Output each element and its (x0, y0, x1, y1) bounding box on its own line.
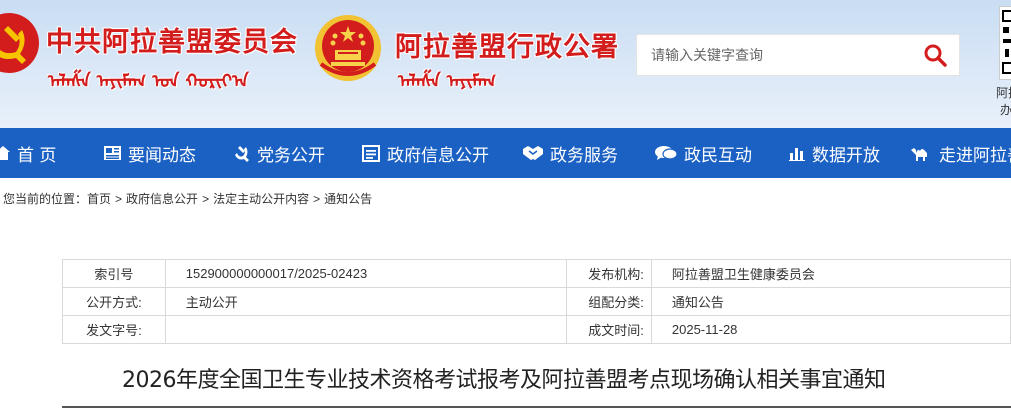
nav-item-label: 首 页 (17, 145, 57, 166)
index-value: 152900000000017/2025-02423 (164, 259, 568, 288)
breadcrumb-prefix: 您当前的位置： (3, 192, 88, 206)
party-committee-mongolian: ᠠᠯᠠᠱᠠ ᠠᠶᠢᠮᠠᠭ ᠤᠨ ᠬᠣᠷᠢᠶ᠎ᠠ (48, 71, 249, 92)
article-title: 2026年度全国卫生专业技术资格考试报考及阿拉善盟考点现场确认相关事宜通知 (122, 368, 886, 393)
search-box (636, 34, 960, 76)
party-committee-title[interactable]: 中共阿拉善盟委员会 (46, 20, 298, 59)
search-input[interactable] (637, 35, 907, 75)
document-meta-table: 索引号 152900000000017/2025-02423 发布机构: 阿拉善… (62, 259, 1011, 344)
breadcrumb-item-gov-info[interactable]: 政府信息公开 (126, 192, 198, 206)
breadcrumb-separator: > (115, 192, 123, 206)
document-icon (362, 144, 380, 162)
camel-icon (911, 148, 927, 161)
date-label: 成文时间: (566, 315, 652, 344)
nav-item-label: 要闻动态 (128, 145, 196, 166)
index-label: 索引号 (62, 259, 166, 288)
site-header: 中共阿拉善盟委员会 ᠠᠯᠠᠱᠠ ᠠᠶᠢᠮᠠᠭ ᠤᠨ ᠬᠣᠷᠢᠶ᠎ᠠ 阿拉善盟行政… (0, 0, 1011, 128)
nav-item-interaction[interactable]: 政民互动 (655, 128, 752, 178)
nav-item-open-data[interactable]: 数据开放 (789, 128, 880, 178)
qr-caption-line-2: 办 (1000, 103, 1011, 117)
breadcrumb: 您当前的位置：首页 > 政府信息公开 > 法定主动公开内容 > 通知公告 (3, 190, 372, 207)
nav-item-label: 党务公开 (257, 145, 325, 166)
nav-item-party-affairs[interactable]: 党务公开 (232, 128, 325, 178)
breadcrumb-item-home[interactable]: 首页 (87, 192, 111, 206)
nav-item-label: 数据开放 (812, 145, 880, 166)
national-emblem-logo (315, 15, 381, 81)
nav-item-gov-services[interactable]: 政务服务 (523, 128, 618, 178)
date-value: 2025-11-28 (650, 315, 1011, 344)
home-icon (0, 146, 10, 160)
disclosure-value: 主动公开 (164, 287, 568, 316)
chat-icon (655, 146, 677, 160)
breadcrumb-separator: > (313, 192, 321, 206)
publisher-label: 发布机构: (566, 259, 652, 288)
search-icon[interactable] (923, 43, 947, 67)
party-emblem-logo (0, 13, 39, 73)
nav-item-label: 政府信息公开 (387, 145, 489, 166)
category-value: 通知公告 (650, 287, 1011, 316)
nav-item-about-alxa[interactable]: 走进阿拉善 (910, 128, 1011, 178)
nav-item-gov-info[interactable]: 政府信息公开 (362, 128, 489, 178)
publisher-value: 阿拉善盟卫生健康委员会 (650, 259, 1011, 288)
party-emblem-icon (235, 146, 249, 162)
qr-code (999, 6, 1011, 80)
nav-item-news[interactable]: 要闻动态 (104, 128, 196, 178)
breadcrumb-separator: > (202, 192, 210, 206)
qr-caption-line-1: 阿拉 (996, 86, 1011, 100)
main-nav: 首 页 要闻动态 党务公开 政府信息公开 政务服务 政民互动 数据开放 走进阿拉 (0, 128, 1011, 178)
nav-item-label: 走进阿拉善 (939, 145, 1011, 166)
table-row: 索引号 152900000000017/2025-02423 发布机构: 阿拉善… (62, 259, 1011, 288)
administration-mongolian: ᠠᠯᠠᠱᠠ ᠠᠶᠢᠮᠠᠭ (398, 71, 497, 92)
docno-value (164, 315, 568, 344)
newspaper-icon (104, 146, 121, 160)
breadcrumb-item-notices[interactable]: 通知公告 (324, 192, 372, 206)
table-row: 发文字号: 成文时间: 2025-11-28 (62, 315, 1011, 344)
nav-item-label: 政务服务 (550, 145, 618, 166)
administration-title[interactable]: 阿拉善盟行政公署 (395, 25, 619, 64)
table-row: 公开方式: 主动公开 组配分类: 通知公告 (62, 287, 1011, 316)
breadcrumb-item-statutory[interactable]: 法定主动公开内容 (213, 192, 309, 206)
docno-label: 发文字号: (62, 315, 166, 344)
title-divider (62, 406, 1011, 408)
category-label: 组配分类: (566, 287, 652, 316)
handshake-icon (523, 146, 543, 160)
bar-chart-icon (789, 148, 805, 161)
nav-item-label: 政民互动 (684, 145, 752, 166)
nav-item-home[interactable]: 首 页 (0, 128, 56, 178)
disclosure-label: 公开方式: (62, 287, 166, 316)
